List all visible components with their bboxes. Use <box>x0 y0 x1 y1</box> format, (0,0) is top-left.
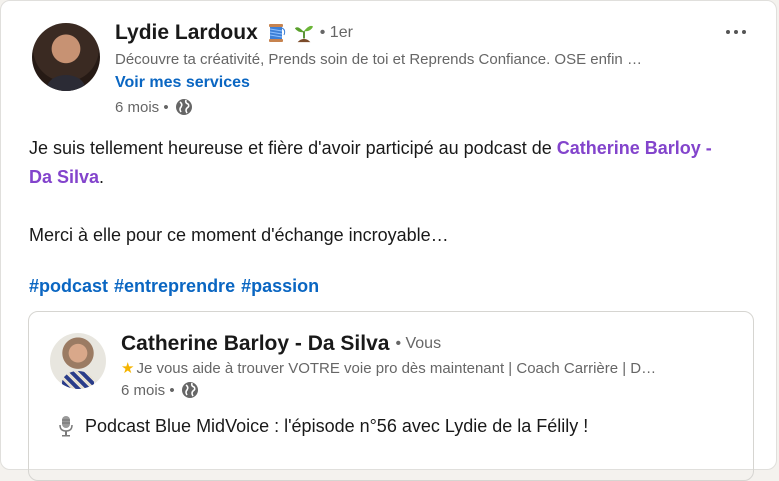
shared-author-avatar[interactable] <box>50 333 106 389</box>
post-meta: 6 mois • <box>115 98 193 116</box>
hashtag-entreprendre[interactable]: #entreprendre <box>114 276 235 296</box>
hashtag-podcast[interactable]: #podcast <box>29 276 108 296</box>
globe-icon <box>181 382 198 398</box>
author-avatar[interactable] <box>32 23 100 91</box>
post-body-period: . <box>99 167 105 187</box>
more-options-icon[interactable] <box>723 23 749 41</box>
hashtag-list: #podcast #entreprendre #passion <box>29 276 325 297</box>
author-line: Lydie Lardoux • 1er <box>115 21 353 45</box>
author-name[interactable]: Lydie Lardoux <box>115 21 258 45</box>
seedling-icon <box>294 25 313 43</box>
post-body-text: Je suis tellement heureuse et fière d'av… <box>29 138 557 158</box>
spool-of-thread-icon <box>268 24 285 42</box>
post-time: 6 mois • <box>115 98 169 116</box>
globe-icon <box>175 99 192 115</box>
shared-post-text: Podcast Blue MidVoice : l'épisode n°56 a… <box>85 415 589 436</box>
star-icon: ★ <box>121 360 135 377</box>
shared-author-headline-text: Je vous aide à trouver VOTRE voie pro dè… <box>136 360 657 377</box>
shared-post-text-line: Podcast Blue MidVoice : l'épisode n°56 a… <box>57 415 588 437</box>
shared-post-meta: 6 mois • <box>121 381 199 399</box>
post-body-paragraph-1: Je suis tellement heureuse et fière d'av… <box>29 134 729 192</box>
shared-post-time: 6 mois • <box>121 381 175 399</box>
post-card: Lydie Lardoux • 1er Découvre ta créativi… <box>0 0 777 481</box>
author-headline: Découvre ta créativité, Prends soin de t… <box>115 51 642 68</box>
connection-degree: • 1er <box>319 24 353 41</box>
shared-author-name[interactable]: Catherine Barloy - Da Silva <box>121 332 389 356</box>
shared-author-relation: • Vous <box>395 335 442 352</box>
microphone-icon <box>59 416 73 437</box>
post-body-paragraph-2: Merci à elle pour ce moment d'échange in… <box>29 225 449 245</box>
shared-author-line: Catherine Barloy - Da Silva • Vous <box>121 332 441 356</box>
hashtag-passion[interactable]: #passion <box>241 276 319 296</box>
view-services-link[interactable]: Voir mes services <box>115 74 250 92</box>
post-body: Je suis tellement heureuse et fière d'av… <box>29 134 729 250</box>
shared-post-card[interactable]: Catherine Barloy - Da Silva • Vous ★ Je v… <box>28 311 754 481</box>
shared-author-headline: ★ Je vous aide à trouver VOTRE voie pro d… <box>121 359 713 377</box>
